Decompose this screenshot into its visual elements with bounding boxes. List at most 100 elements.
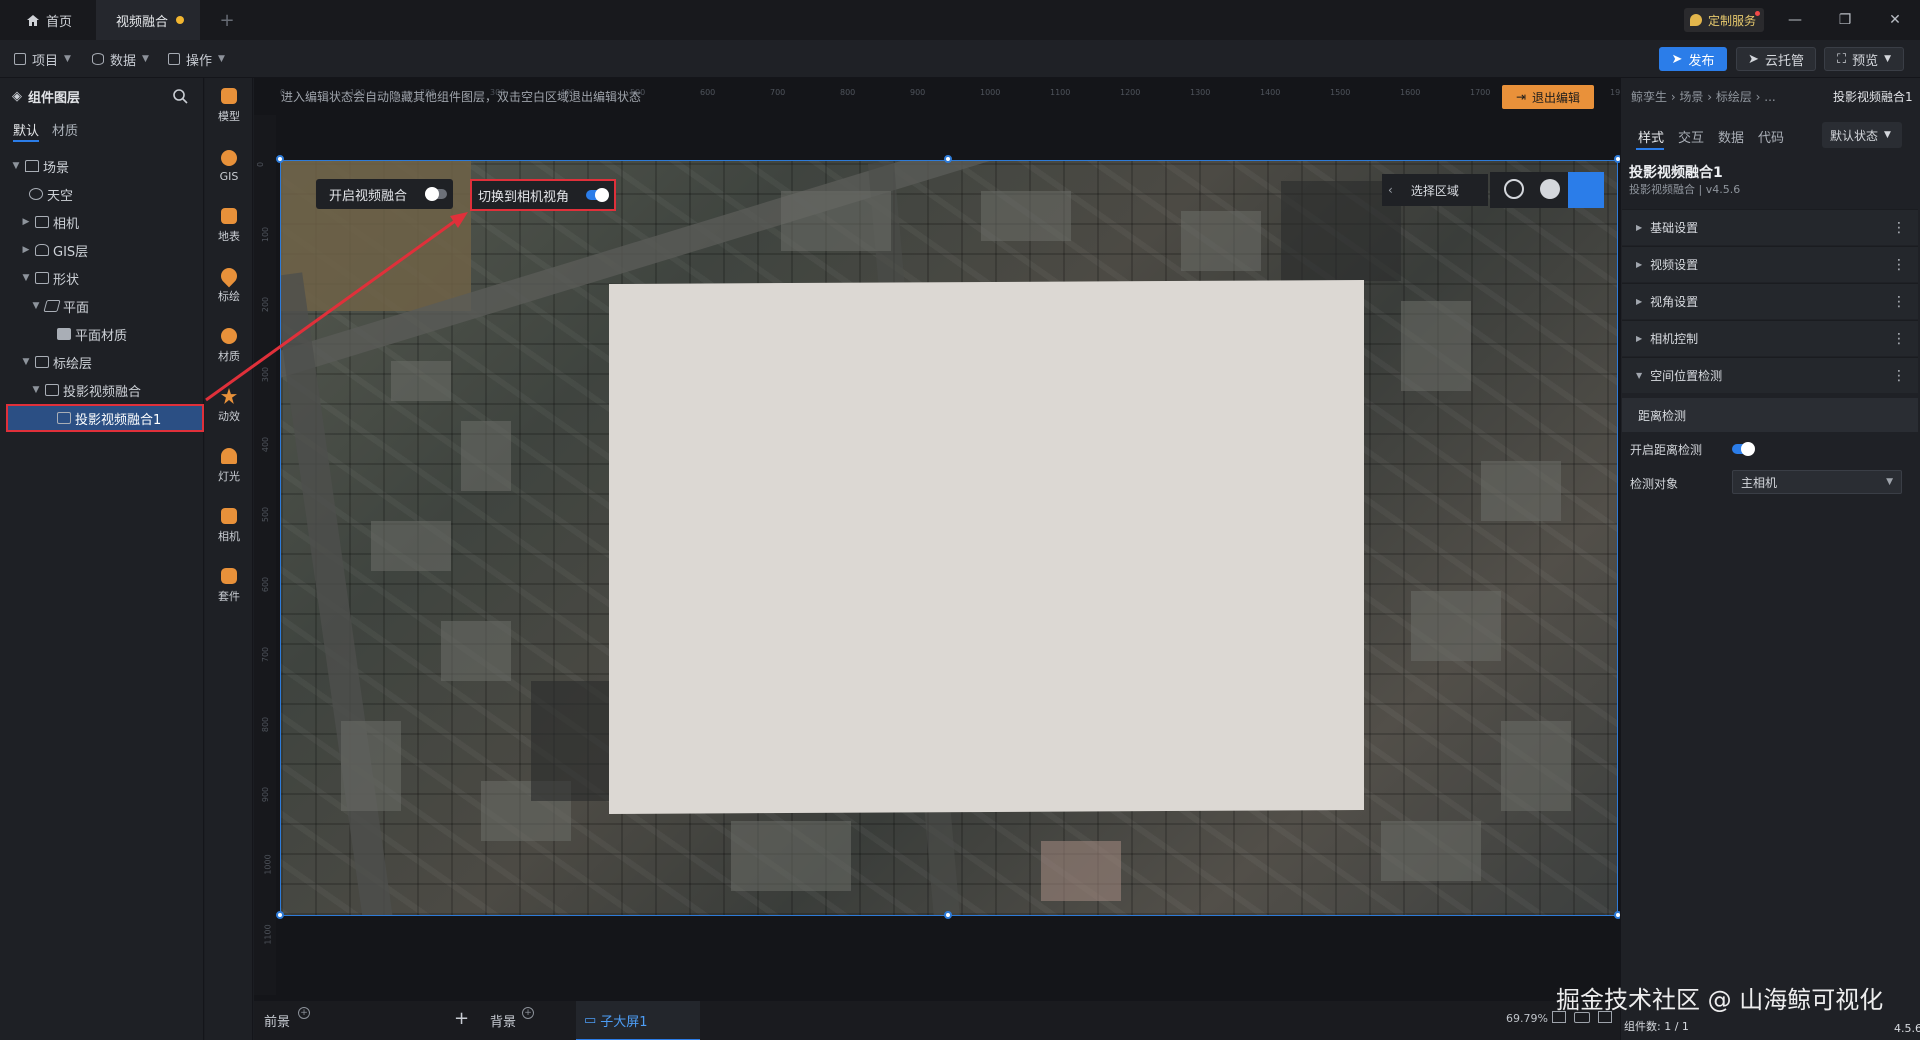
aerial-building	[781, 191, 891, 251]
ruler-tick: 1200	[1120, 88, 1141, 97]
tree-item-shape[interactable]: ▼ 形状	[0, 264, 204, 292]
tree-item-projection-1[interactable]: 投影视频融合1	[6, 404, 204, 432]
camera-view-toggle[interactable]	[586, 188, 609, 202]
foreground-label[interactable]: 前景	[264, 1011, 290, 1030]
tool-kit[interactable]: 套件	[205, 558, 253, 614]
section-video-settings[interactable]: ▶ 视频设置 ⋮	[1622, 246, 1918, 282]
chevron-down-icon: ▼	[1636, 371, 1643, 380]
child-screen-tab[interactable]: ▭ 子大屏1	[576, 1001, 700, 1040]
aerial-shadow	[531, 681, 611, 801]
tab-data[interactable]: 数据	[1718, 127, 1744, 146]
more-icon[interactable]: ⋮	[1892, 368, 1906, 384]
section-view-settings[interactable]: ▶ 视角设置 ⋮	[1622, 283, 1918, 319]
scene-viewport[interactable]	[280, 160, 1618, 916]
circle-icon[interactable]	[1540, 179, 1560, 199]
exit-edit-button[interactable]: ⇥ 退出编辑	[1502, 85, 1594, 109]
tree-item-sky[interactable]: 天空	[0, 180, 204, 208]
ruler-tick: 0	[256, 161, 266, 168]
search-icon[interactable]	[172, 88, 188, 104]
publish-button[interactable]: ➤ 发布	[1659, 47, 1727, 71]
more-icon[interactable]: ⋮	[1892, 294, 1906, 310]
menu-project[interactable]: 项目 ▼	[14, 48, 71, 70]
tree-item-scene[interactable]: ▼ 场景	[0, 152, 204, 180]
zoom-level[interactable]: 69.79%	[1506, 1012, 1548, 1025]
tool-light[interactable]: 灯光	[205, 438, 253, 494]
tree-item-camera[interactable]: ▶ 相机	[0, 208, 204, 236]
state-select[interactable]: 默认状态 ▼	[1822, 122, 1902, 148]
preview-button[interactable]: ⛶ 预览 ▼	[1824, 47, 1904, 71]
globe-icon[interactable]	[1504, 179, 1524, 199]
component-title: 投影视频融合1	[1629, 165, 1723, 181]
menu-project-label: 项目	[32, 53, 59, 69]
tab-code[interactable]: 代码	[1758, 127, 1784, 146]
tab-default[interactable]: 默认	[13, 120, 39, 139]
tree-item-plane-material[interactable]: 平面材质	[0, 320, 204, 348]
new-tab-button[interactable]: +	[212, 0, 242, 40]
tool-model[interactable]: 模型	[205, 78, 253, 134]
section-label: 视角设置	[1650, 295, 1699, 309]
aerial-building	[1401, 301, 1471, 391]
tree-item-plot-layer[interactable]: ▼ 标绘层	[0, 348, 204, 376]
resize-handle[interactable]	[944, 911, 952, 919]
breadcrumb[interactable]: 鲸孪生 › 场景 › 标绘层 › ...	[1631, 88, 1776, 105]
cloud-host-button[interactable]: ➤ 云托管	[1736, 47, 1816, 71]
detect-target-select[interactable]: 主相机 ▼	[1732, 470, 1902, 494]
restore-button[interactable]: ❐	[1822, 0, 1868, 40]
more-icon[interactable]: ⋮	[1892, 331, 1906, 347]
ruler-tick: 1700	[1470, 88, 1491, 97]
tool-gis[interactable]: GIS	[205, 138, 253, 194]
background-label[interactable]: 背景	[490, 1011, 516, 1030]
minimize-button[interactable]: —	[1772, 0, 1818, 40]
tab-style[interactable]: 样式	[1638, 127, 1664, 146]
tree-item-plane[interactable]: ▼ 平面	[0, 292, 204, 320]
ruler-tick: 1300	[1190, 88, 1211, 97]
layer-tabs: 默认 材质	[0, 114, 204, 144]
aerial-building	[1181, 211, 1261, 271]
resize-handle[interactable]	[276, 911, 284, 919]
section-camera-control[interactable]: ▶ 相机控制 ⋮	[1622, 320, 1918, 356]
tab-video-fusion[interactable]: 视频融合	[96, 0, 200, 40]
ruler-tick: 1100	[1050, 88, 1071, 97]
close-button[interactable]: ✕	[1872, 0, 1918, 40]
chevron-right-icon: ▶	[1636, 260, 1643, 269]
resize-handle[interactable]	[276, 155, 284, 163]
send-icon: ➤	[1671, 51, 1683, 67]
enable-distance-toggle[interactable]	[1732, 442, 1755, 456]
add-background-icon[interactable]: +	[522, 1007, 534, 1019]
tab-home[interactable]: 首页	[0, 0, 90, 40]
menu-operation[interactable]: 操作 ▼	[168, 48, 225, 70]
state-select-value: 默认状态	[1830, 128, 1879, 143]
tool-camera[interactable]: 相机	[205, 498, 253, 554]
video-fusion-toggle[interactable]	[425, 187, 447, 201]
tab-interaction[interactable]: 交互	[1678, 127, 1704, 146]
monitor-icon: ▭	[584, 1012, 597, 1028]
chevron-down-icon: ▼	[142, 54, 149, 64]
section-spatial-detection[interactable]: ▼ 空间位置检测 ⋮	[1622, 357, 1918, 393]
kit-icon	[221, 568, 237, 584]
more-icon[interactable]: ⋮	[1892, 257, 1906, 273]
section-label: 相机控制	[1650, 332, 1699, 346]
tree-item-projection-group[interactable]: ▼ 投影视频融合	[0, 376, 204, 404]
more-icon[interactable]: ⋮	[1892, 220, 1906, 236]
tool-label: GIS	[219, 169, 239, 183]
add-foreground-icon[interactable]: +	[298, 1007, 310, 1019]
menu-data[interactable]: 数据 ▼	[92, 48, 149, 70]
tree-label: 平面材质	[75, 328, 128, 344]
tab-material[interactable]: 材质	[52, 120, 78, 139]
ruler-tick: 600	[700, 88, 716, 97]
tree-item-gis-layer[interactable]: ▶ GIS层	[0, 236, 204, 264]
folder-icon	[35, 272, 49, 284]
custom-service-button[interactable]: 定制服务	[1684, 8, 1765, 32]
plane-icon	[43, 300, 61, 312]
resize-handle[interactable]	[944, 155, 952, 163]
rotate-view-icon[interactable]	[1568, 172, 1604, 208]
chevron-down-icon: ▼	[32, 301, 40, 311]
chevron-down-icon: ▼	[1886, 477, 1893, 487]
add-screen-button[interactable]: +	[454, 1008, 469, 1029]
fullscreen-icon: ⛶	[1836, 51, 1847, 67]
select-region-control[interactable]: ‹ 选择区域	[1382, 174, 1488, 206]
video-projection-plane[interactable]	[609, 280, 1364, 814]
light-icon	[221, 448, 237, 464]
section-basic-settings[interactable]: ▶ 基础设置 ⋮	[1622, 209, 1918, 245]
tree-label: 形状	[53, 272, 80, 288]
